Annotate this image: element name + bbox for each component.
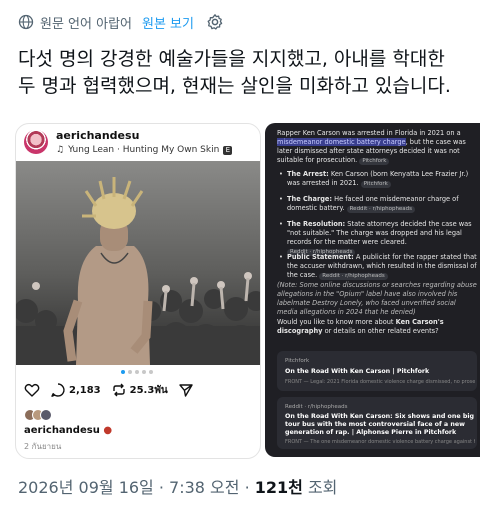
- link-title: On the Road With Ken Carson | Pitchfork: [285, 368, 430, 375]
- question-text-end: or details on other related events?: [322, 327, 439, 335]
- bullet-head: Public Statement:: [287, 253, 354, 261]
- heart-icon[interactable]: [24, 382, 40, 398]
- source-chip[interactable]: Pitchfork: [360, 181, 391, 188]
- post-date: 2 กันยายน: [24, 442, 62, 451]
- ai-bullet: Public Statement: A publicist for the ra…: [279, 253, 477, 280]
- comment-count: 2,183: [69, 384, 101, 396]
- tweet-timestamp[interactable]: 2026년 09월 16일 · 7:38 오전 ·: [18, 478, 255, 497]
- globe-icon: [18, 14, 34, 30]
- repost-icon[interactable]: [111, 382, 127, 398]
- explicit-badge: E: [223, 145, 233, 155]
- tweet-text: 다섯 명의 강경한 예술가들을 지지했고, 아내를 학대한 두 명과 협력했으며…: [18, 48, 451, 97]
- bullet-head: The Resolution:: [287, 220, 346, 228]
- music-track: Yung Lean · Hunting My Own Skin: [68, 145, 220, 155]
- link-snippet: FRONT — Legal: 2021 Florida domestic vio…: [285, 379, 475, 385]
- intro-text: Rapper Ken Carson was arrested in Florid…: [277, 129, 461, 137]
- view-label: 조회: [302, 478, 338, 497]
- comment-icon[interactable]: [50, 382, 66, 398]
- bullet-head: The Charge:: [287, 195, 333, 203]
- ai-intro: Rapper Ken Carson was arrested in Florid…: [277, 129, 477, 165]
- post-actions: 2,183 25.3พัน: [24, 382, 194, 398]
- source-chip[interactable]: Pitchfork: [359, 158, 390, 165]
- ai-bullet: The Charge: He faced one misdemeanor cha…: [279, 195, 477, 213]
- post-username: aerichandesu: [56, 129, 140, 142]
- link-source: Pitchfork: [285, 358, 310, 364]
- tweet-meta: 2026년 09월 16일 · 7:38 오전 · 121천 조회: [18, 474, 337, 498]
- ai-note: (Note: Some online discussions or search…: [277, 281, 477, 316]
- source-chip[interactable]: Reddit · r/hiphopheads: [346, 206, 416, 213]
- translation-bar: 원문 언어 아랍어 원본 보기: [18, 11, 224, 33]
- source-chip[interactable]: Reddit · r/hiphopheads: [319, 273, 388, 280]
- gear-icon[interactable]: [206, 13, 224, 31]
- view-original-button[interactable]: 원본 보기: [142, 13, 194, 32]
- view-count: 121천: [254, 478, 303, 497]
- link-source: Reddit · r/hiphopheads: [285, 404, 348, 410]
- liker-avatars: [24, 409, 52, 421]
- concert-photo: [16, 161, 260, 365]
- owner-username: aerichandesu: [24, 425, 100, 436]
- link-title: On the Road With Ken Carson: Six shows a…: [285, 413, 474, 436]
- bullet-head: The Arrest:: [287, 170, 329, 178]
- music-line: ♫ Yung Lean · Hunting My Own Skin E: [56, 145, 233, 155]
- ai-answer-image[interactable]: Rapper Ken Carson was arrested in Florid…: [265, 123, 480, 457]
- avatar: [24, 130, 48, 154]
- ai-bullet: The Arrest: Ken Carson (born Kenyatta Le…: [279, 170, 477, 188]
- source-link-card[interactable]: Reddit · r/hiphopheads On the Road With …: [277, 397, 477, 449]
- music-note-icon: ♫: [56, 145, 65, 155]
- ai-bullet: The Resolution: State attorneys decided …: [279, 220, 477, 256]
- repost-count: 25.3พัน: [129, 384, 168, 396]
- post-owner: aerichandesu ●: [24, 425, 112, 436]
- carousel-dots: [121, 370, 153, 374]
- ai-question: Would you like to know more about Ken Ca…: [277, 318, 477, 336]
- intro-highlight: misdemeanor domestic battery charge: [277, 138, 406, 146]
- source-link-card[interactable]: Pitchfork On the Road With Ken Carson | …: [277, 351, 477, 391]
- original-language-label: 원문 언어 아랍어: [40, 16, 132, 32]
- link-snippet: FRONT — The one misdemeanor domestic vio…: [285, 439, 475, 445]
- blood-drop-emoji: ●: [103, 425, 113, 436]
- instagram-post-image[interactable]: aerichandesu ♫ Yung Lean · Hunting My Ow…: [15, 123, 261, 459]
- share-icon[interactable]: [178, 382, 194, 398]
- question-text: Would you like to know more about: [277, 318, 396, 326]
